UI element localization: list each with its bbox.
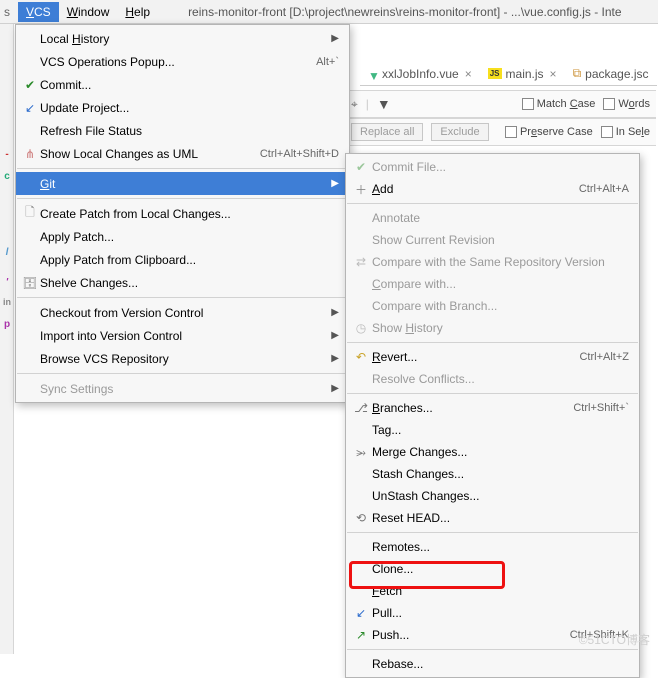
- item-compare-branch[interactable]: Compare with Branch...: [346, 295, 639, 317]
- item-update-project[interactable]: ↙Update Project...: [16, 96, 349, 119]
- separator: [347, 532, 638, 533]
- item-import-vc[interactable]: Import into Version Control▶: [16, 324, 349, 347]
- js-icon: JS: [488, 68, 502, 79]
- separator: [347, 649, 638, 650]
- target-icon[interactable]: ⌖: [351, 97, 358, 112]
- shelve-icon: 🗄: [20, 276, 40, 290]
- close-icon[interactable]: ×: [465, 67, 472, 81]
- menu-help[interactable]: Help: [117, 2, 158, 22]
- find-replace-bar-2: Replace all Exclude Preserve Case In Sel…: [345, 118, 656, 146]
- gutter-mark: -: [0, 144, 14, 164]
- find-replace-bar: ⌖ | ▼ Match Case Words: [345, 90, 656, 118]
- commit-icon: ✔: [20, 78, 40, 92]
- tab-mainjs[interactable]: JS main.js×: [480, 63, 565, 86]
- item-local-history[interactable]: Local History▶: [16, 27, 349, 50]
- close-icon[interactable]: ×: [550, 67, 557, 81]
- item-compare-with[interactable]: Compare with...: [346, 273, 639, 295]
- item-rebase[interactable]: Rebase...: [346, 653, 639, 675]
- menu-window[interactable]: Window: [59, 2, 118, 22]
- gutter-mark: in: [0, 292, 14, 312]
- editor-tabs: ▼ xxlJobInfo.vue× JS main.js× ⧉ package.…: [360, 62, 657, 86]
- update-icon: ↙: [20, 101, 40, 115]
- push-icon: ↗: [350, 628, 372, 642]
- separator: [17, 168, 348, 169]
- item-show-history[interactable]: ◷Show History: [346, 317, 639, 339]
- separator: [347, 393, 638, 394]
- gutter-mark: p: [0, 314, 14, 334]
- item-apply-patch-clip[interactable]: Apply Patch from Clipboard...: [16, 248, 349, 271]
- in-selection-check[interactable]: In Sele: [601, 126, 650, 138]
- menubar-left-stub: s: [4, 5, 10, 19]
- item-branches[interactable]: ⎇Branches...Ctrl+Shift+`: [346, 397, 639, 419]
- vcs-dropdown: Local History▶ VCS Operations Popup...Al…: [15, 24, 350, 403]
- add-icon: ＋: [350, 181, 372, 198]
- item-merge[interactable]: ⭃Merge Changes...: [346, 441, 639, 463]
- vue-icon: ▼: [368, 69, 378, 79]
- git-submenu: ✔Commit File... ＋AddCtrl+Alt+A Annotate …: [345, 153, 640, 678]
- exclude-button[interactable]: Exclude: [431, 123, 488, 141]
- item-sync-settings[interactable]: Sync Settings▶: [16, 377, 349, 400]
- item-apply-patch[interactable]: Apply Patch...: [16, 225, 349, 248]
- words-check[interactable]: Words: [603, 98, 650, 110]
- separator: [347, 203, 638, 204]
- separator: [347, 342, 638, 343]
- item-shelve[interactable]: 🗄Shelve Changes...: [16, 271, 349, 294]
- item-compare-same[interactable]: ⇄Compare with the Same Repository Versio…: [346, 251, 639, 273]
- menubar: s VCS Window Help reins-monitor-front [D…: [0, 0, 658, 24]
- item-tag[interactable]: Tag...: [346, 419, 639, 441]
- replace-all-button[interactable]: Replace all: [351, 123, 423, 141]
- watermark: ©51CTO博客: [579, 631, 650, 648]
- diff-icon: ⇄: [350, 255, 372, 269]
- item-browse-repo[interactable]: Browse VCS Repository▶: [16, 347, 349, 370]
- tab-package[interactable]: ⧉ package.jsc: [565, 62, 657, 86]
- gutter-mark: l: [0, 242, 14, 262]
- reset-icon: ⟲: [350, 511, 372, 525]
- separator: [17, 373, 348, 374]
- item-pull[interactable]: ↙Pull...: [346, 602, 639, 624]
- item-vcs-ops-popup[interactable]: VCS Operations Popup...Alt+`: [16, 50, 349, 73]
- item-checkout-vc[interactable]: Checkout from Version Control▶: [16, 301, 349, 324]
- history-icon: ◷: [350, 321, 372, 335]
- json-icon: ⧉: [573, 66, 582, 81]
- item-revert[interactable]: ↶Revert...Ctrl+Alt+Z: [346, 346, 639, 368]
- item-commit-file[interactable]: ✔Commit File...: [346, 156, 639, 178]
- window-title: reins-monitor-front [D:\project\newreins…: [188, 5, 621, 19]
- item-stash[interactable]: Stash Changes...: [346, 463, 639, 485]
- item-show-uml[interactable]: ⋔Show Local Changes as UMLCtrl+Alt+Shift…: [16, 142, 349, 165]
- item-resolve[interactable]: Resolve Conflicts...: [346, 368, 639, 390]
- branch-icon: ⎇: [350, 401, 372, 415]
- item-show-current[interactable]: Show Current Revision: [346, 229, 639, 251]
- gutter-mark: c: [0, 166, 14, 186]
- item-clone[interactable]: Clone...: [346, 558, 639, 580]
- item-fetch[interactable]: Fetch: [346, 580, 639, 602]
- item-annotate[interactable]: Annotate: [346, 207, 639, 229]
- item-git[interactable]: Git▶: [16, 172, 349, 195]
- left-gutter: - c l ' in p: [0, 24, 14, 654]
- tab-xxljobinfo[interactable]: ▼ xxlJobInfo.vue×: [360, 63, 480, 86]
- item-remotes[interactable]: Remotes...: [346, 536, 639, 558]
- gutter-mark: ': [0, 272, 14, 292]
- filter-icon[interactable]: ▼: [377, 96, 391, 112]
- commit-icon: ✔: [350, 160, 372, 174]
- item-unstash[interactable]: UnStash Changes...: [346, 485, 639, 507]
- revert-icon: ↶: [350, 350, 372, 364]
- match-case-check[interactable]: Match Case: [522, 98, 596, 110]
- patch-icon: 🗋: [20, 203, 40, 224]
- uml-icon: ⋔: [20, 147, 40, 161]
- pull-icon: ↙: [350, 606, 372, 620]
- item-add[interactable]: ＋AddCtrl+Alt+A: [346, 178, 639, 200]
- item-refresh-status[interactable]: Refresh File Status: [16, 119, 349, 142]
- merge-icon: ⭃: [350, 445, 372, 460]
- item-commit[interactable]: ✔Commit...: [16, 73, 349, 96]
- item-create-patch[interactable]: 🗋Create Patch from Local Changes...: [16, 202, 349, 225]
- menu-vcs[interactable]: VCS: [18, 2, 59, 22]
- preserve-case-check[interactable]: Preserve Case: [505, 126, 593, 138]
- separator: [17, 198, 348, 199]
- separator: [17, 297, 348, 298]
- item-reset-head[interactable]: ⟲Reset HEAD...: [346, 507, 639, 529]
